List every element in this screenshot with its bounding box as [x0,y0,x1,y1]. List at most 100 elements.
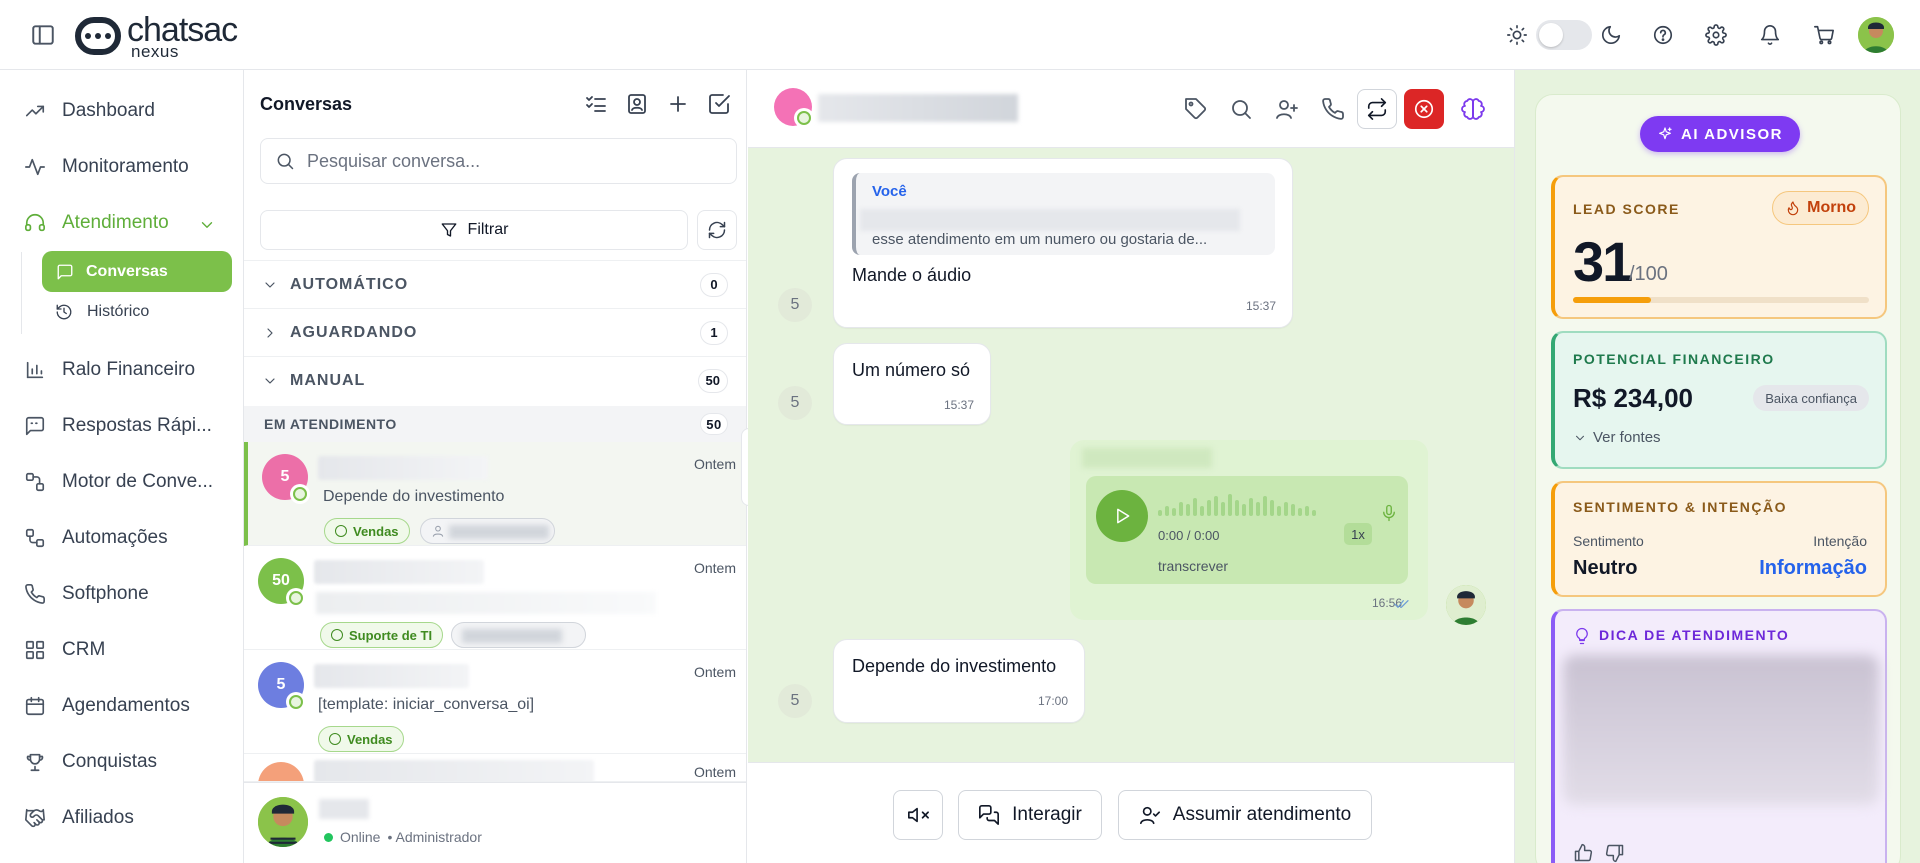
message-bubble[interactable]: Depende do investimento 17:00 [833,639,1085,723]
contact-name-blurred [314,664,469,688]
last-message-blurred [316,592,656,614]
logo[interactable]: chatsac nexus [75,13,238,60]
chevron-down-icon[interactable] [198,216,216,234]
cart-icon[interactable] [1810,21,1838,49]
check-square-icon[interactable] [707,92,731,116]
tag-badge[interactable]: Vendas [324,518,410,544]
contact-card-icon[interactable] [625,92,649,116]
group-manual[interactable]: MANUAL 50 [244,356,746,404]
conversation-item[interactable]: Ontem [244,754,746,782]
audio-waveform[interactable] [1158,492,1316,516]
phone-icon[interactable] [1321,97,1345,121]
sidebar-item-motor-de-conversa[interactable]: Motor de Conve... [24,466,213,498]
user-avatar[interactable] [1858,17,1894,53]
message-square-icon [57,264,73,279]
tag-badge[interactable]: Vendas [318,726,404,752]
handshake-icon [25,808,45,828]
chat-contact-avatar[interactable] [774,88,814,128]
conversation-item[interactable]: 5 Ontem [template: iniciar_conversa_oi] … [244,650,746,754]
current-user-avatar[interactable] [258,797,308,847]
ai-advisor-button[interactable]: AI ADVISOR [1640,116,1800,152]
top-bar [0,0,1920,70]
waveform-bar [1305,506,1309,516]
tag-badge[interactable]: Suporte de TI [320,622,444,648]
chat-contact-name-blurred [818,94,1018,122]
assume-service-button[interactable]: Assumir atendimento [1118,790,1372,840]
sidebar-item-automacoes[interactable]: Automações [24,522,168,554]
message-bubble[interactable]: Você esse atendimento em um numero ou go… [833,158,1293,328]
user-plus-icon[interactable] [1275,97,1299,121]
conversation-item[interactable]: 50 Ontem Suporte de TI [244,546,746,650]
sidebar-item-softphone[interactable]: Softphone [24,578,149,610]
mic-icon [1380,504,1398,522]
sidebar-subitem-conversas[interactable]: Conversas [42,251,232,292]
search-icon [277,153,294,170]
bell-icon[interactable] [1756,21,1784,49]
sidebar-item-agendamentos[interactable]: Agendamentos [24,690,190,722]
plus-icon[interactable] [666,92,690,116]
waveform-bar [1158,510,1162,516]
confidence-badge: Baixa confiança [1753,385,1869,411]
gear-icon[interactable] [1702,21,1730,49]
playback-speed-button[interactable]: 1x [1344,523,1372,545]
help-icon[interactable] [1649,21,1677,49]
sidebar-item-dashboard[interactable]: Dashboard [24,95,155,127]
checklist-icon[interactable] [584,92,608,116]
audio-message-bubble[interactable]: 0:00 / 0:00 1x transcrever 16:56 [1070,440,1428,620]
thumbs-up-icon[interactable] [1573,843,1593,863]
sidebar-subitem-historico[interactable]: Histórico [55,303,149,321]
interact-button[interactable]: Interagir [958,790,1102,840]
message-bubble[interactable]: Um número só 15:37 [833,343,991,425]
search-input[interactable] [307,150,707,172]
play-button[interactable] [1096,490,1148,542]
view-sources-toggle[interactable]: Ver fontes [1573,429,1661,446]
tag-label: Vendas [347,731,393,747]
mute-button[interactable] [893,790,943,840]
conversation-item[interactable]: 5 Ontem Depende do investimento Vendas [244,442,746,546]
quoted-message[interactable]: Você esse atendimento em um numero ou go… [852,173,1275,255]
close-conversation-button[interactable] [1404,89,1444,129]
sidebar-item-ralo-financeiro[interactable]: Ralo Financeiro [24,354,195,386]
transcribe-link[interactable]: transcrever [1158,558,1228,574]
tag-icon[interactable] [1184,97,1208,121]
lead-temperature-text: Morno [1807,199,1856,216]
my-avatar [1446,585,1486,625]
refresh-icon [708,221,726,239]
sidebar-item-label: Motor de Conve... [62,471,214,492]
repeat-icon [1367,98,1387,120]
search-box[interactable] [260,138,737,184]
refresh-button[interactable] [697,210,737,250]
conversation-time: Ontem [693,456,736,472]
current-user-status: Online • Administrador [324,829,482,845]
message-text: Um número só [852,360,971,380]
thumbs-down-icon[interactable] [1605,843,1625,863]
phone-icon [25,584,45,604]
theme-toggle[interactable] [1536,20,1592,50]
sidebar-subitem-label: Conversas [86,262,168,280]
brain-icon[interactable] [1461,97,1485,121]
sidebar-item-monitoramento[interactable]: Monitoramento [24,151,189,183]
waveform-bar [1277,506,1281,516]
whatsapp-icon [286,588,306,608]
grid-icon [25,640,45,660]
sidebar-item-conquistas[interactable]: Conquistas [24,746,157,778]
lead-score-fill [1573,297,1651,303]
financial-label: POTENCIAL FINANCEIRO [1573,351,1775,367]
sidebar-item-respostas-rapidas[interactable]: Respostas Rápi... [24,410,212,442]
search-icon[interactable] [1229,97,1253,121]
sentiment-intent-card: SENTIMENTO & INTENÇÃO Sentimento Intençã… [1551,481,1887,597]
whatsapp-icon [290,484,310,504]
sidebar-toggle-icon[interactable] [30,22,56,48]
group-automatico[interactable]: AUTOMÁTICO 0 [244,260,746,308]
lead-score-card: LEAD SCORE Morno 31 /100 [1551,175,1887,319]
tip-label: DICA DE ATENDIMENTO [1599,627,1790,643]
sidebar-item-label: Conquistas [62,751,158,772]
sidebar-item-atendimento[interactable]: Atendimento [24,207,169,239]
waveform-bar [1298,508,1302,516]
logo-bubble-icon [75,17,121,55]
filter-button[interactable]: Filtrar [260,210,688,250]
transfer-button[interactable] [1357,89,1397,129]
sidebar-item-crm[interactable]: CRM [24,634,105,666]
sidebar-item-afiliados[interactable]: Afiliados [24,802,134,834]
group-aguardando[interactable]: AGUARDANDO 1 [244,308,746,356]
